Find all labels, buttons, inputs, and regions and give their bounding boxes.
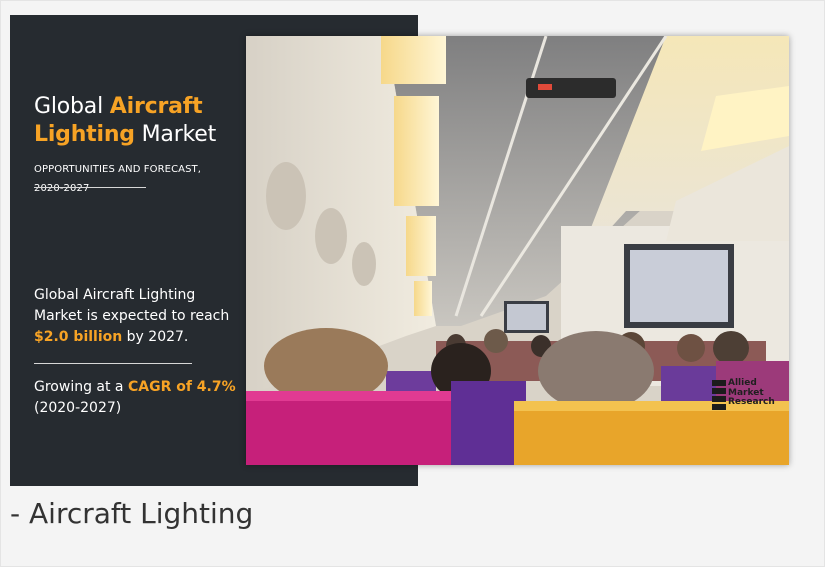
window-shade	[266, 162, 306, 230]
market-line-1: Global Aircraft Lighting	[34, 287, 196, 303]
seat-front-pink-top	[246, 391, 471, 401]
title-highlight-lighting: Lighting	[34, 122, 135, 147]
banner-subtitle: OPPORTUNITIES AND FORECAST, 2020-2027	[34, 160, 234, 198]
stats-divider	[34, 363, 192, 364]
bin-light	[381, 36, 446, 84]
logo-line-3: Research	[728, 397, 775, 407]
logo-mark-icon	[712, 380, 726, 412]
aircraft-cabin-photo	[246, 36, 789, 465]
growth-value: CAGR of 4.7%	[127, 379, 236, 395]
bin-light	[406, 216, 436, 276]
growth-prefix: Growing at a	[34, 379, 128, 395]
title-highlight-aircraft: Aircraft	[109, 94, 203, 119]
banner-title: Global Aircraft Lighting Market	[34, 93, 216, 149]
exit-sign-light	[538, 84, 552, 90]
passenger-head	[713, 331, 749, 365]
window-shade	[352, 242, 376, 286]
growth-line-1: Growing at a CAGR of 4.7%	[34, 377, 236, 398]
market-suffix: by 2027.	[122, 329, 189, 345]
passenger-head	[484, 329, 508, 353]
cabin-screen	[630, 250, 728, 322]
seat-front-pink	[246, 391, 471, 465]
allied-market-research-logo: Allied Market Research	[712, 378, 782, 414]
image-caption: - Aircraft Lighting	[10, 497, 254, 530]
title-prefix: Global	[34, 94, 110, 119]
bin-light	[414, 281, 432, 316]
subtitle-divider	[34, 187, 146, 188]
passenger-head-large	[538, 331, 654, 411]
market-value: $2.0 billion	[34, 329, 123, 345]
growth-period: (2020-2027)	[34, 400, 122, 416]
logo-text: Allied Market Research	[728, 378, 775, 408]
seat-front-orange	[514, 406, 789, 465]
title-suffix: Market	[134, 122, 217, 147]
subtitle-line-1: OPPORTUNITIES AND FORECAST,	[34, 164, 202, 175]
market-line-3: $2.0 billion by 2027.	[34, 327, 229, 348]
subtitle-line-2: 2020-2027	[34, 183, 90, 194]
passenger-head	[677, 334, 705, 362]
market-line-2: Market is expected to reach	[34, 308, 230, 324]
cabin-illustration	[246, 36, 789, 465]
cabin-screen-small-display	[507, 304, 546, 330]
market-size-statement: Global Aircraft Lighting Market is expec…	[34, 285, 229, 348]
bin-light	[394, 96, 439, 206]
window-shade	[315, 208, 347, 264]
growth-statement: Growing at a CAGR of 4.7% (2020-2027)	[34, 377, 236, 419]
